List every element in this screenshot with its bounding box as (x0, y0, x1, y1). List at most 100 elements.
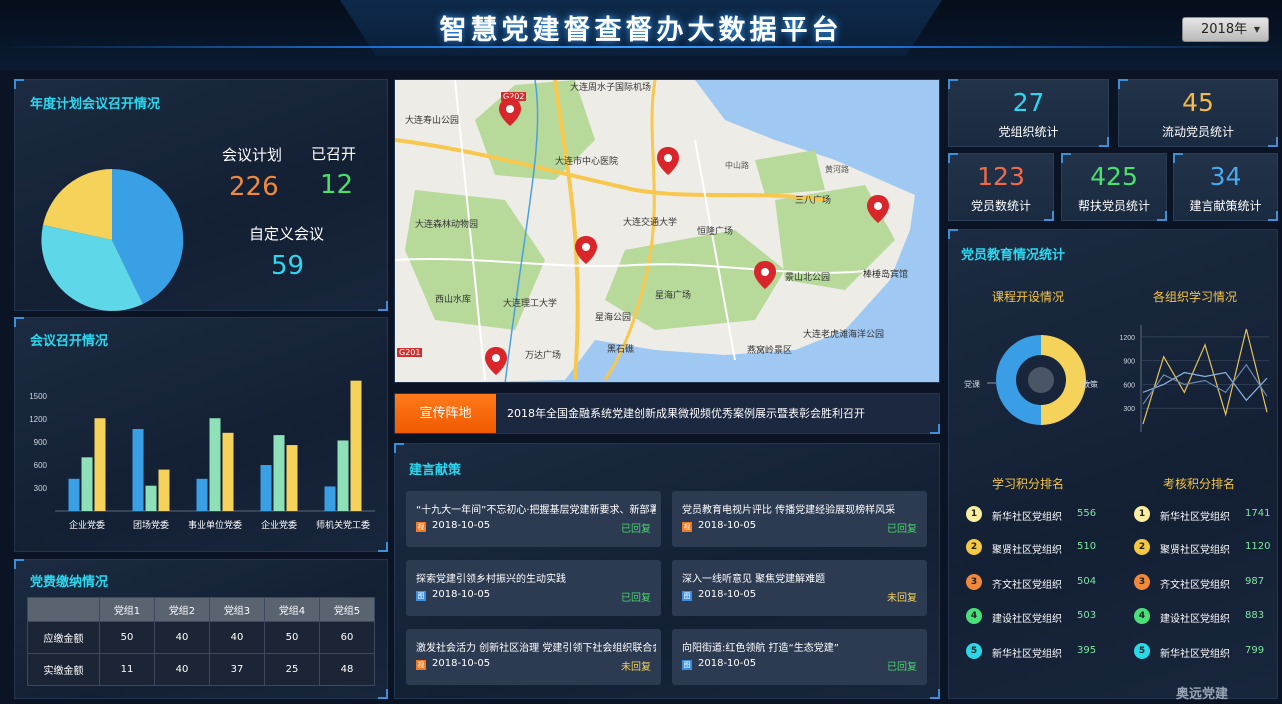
rank-badge: 3 (1134, 574, 1150, 590)
x-tick-label: 企业党委 (69, 519, 105, 530)
news-banner[interactable]: 宣传阵地 2018年全国金融系统党建创新成果微视频优秀案例展示暨表彰会胜利召开 (394, 393, 940, 434)
stat-label: 党组织统计 (998, 125, 1059, 139)
video-icon: 视 (416, 522, 426, 532)
city-map[interactable]: 大连周水子国际机场 大连寿山公园 大连市中心医院 大连森林动物园 大连交通大学 … (394, 79, 940, 383)
panel-corner (14, 559, 24, 569)
stat-value: 45 (1182, 88, 1214, 117)
suggestion-date: 2018-10-05 (432, 658, 491, 669)
rank-badge: 1 (966, 506, 982, 522)
year-select[interactable]: 2018年 ▼ (1182, 17, 1269, 42)
map-label: 大连森林动物园 (415, 220, 479, 230)
map-label: 大连老虎滩海洋公园 (803, 330, 885, 340)
rank-score: 987 (1245, 576, 1265, 587)
suggestion-date: 2018-10-05 (432, 589, 491, 600)
map-label: 黑石礁 (607, 345, 635, 355)
rank-org-name: 新华社区党组织 (1160, 512, 1230, 523)
map-label: 大连理工大学 (503, 299, 558, 309)
panel-corner (14, 317, 24, 327)
meeting-plan-pie (41, 168, 184, 311)
y-tick-label: 1200 (29, 415, 47, 424)
panel-corner (394, 443, 404, 453)
suggestion-title: 激发社会活力 创新社区治理 党建引领下社会组织联合会 (416, 643, 656, 654)
rank-score: 799 (1245, 645, 1265, 656)
bar (350, 380, 362, 511)
suggestions-title: 建言献策 (409, 463, 462, 478)
stat-value: 123 (977, 162, 1025, 191)
stat-card-members[interactable]: 123 党员数统计 (948, 153, 1054, 221)
image-icon: 图 (682, 591, 692, 601)
stat-label: 建言献策统计 (1189, 199, 1262, 213)
panel-corner (948, 229, 958, 239)
table-row: 实缴金额 11 40 37 25 48 (27, 653, 375, 686)
map-marker-icon[interactable] (499, 98, 521, 126)
map-label: 西山水库 (435, 295, 472, 305)
y-tick-label: 300 (1123, 406, 1135, 413)
donut-label-course: 党课 (964, 380, 980, 389)
y-tick-label: 1200 (1119, 335, 1135, 342)
table-header-row: 党组1 党组2 党组3 党组4 党组5 (27, 597, 375, 622)
rank-org-name: 建设社区党组织 (992, 614, 1062, 625)
rank-badge: 4 (1134, 608, 1150, 624)
plan-value: 226 (229, 172, 279, 202)
map-marker-icon[interactable] (575, 236, 597, 264)
news-tag[interactable]: 宣传阵地 (395, 394, 496, 433)
x-tick-label: 师机关党工委 (316, 519, 370, 530)
x-tick-label: 团场党委 (133, 519, 169, 530)
suggestion-title: 探索党建引领乡村振兴的生动实践 (416, 574, 566, 585)
suggestion-title: 党员教育电视片评比 传播党建经验展现榜样风采 (682, 505, 896, 516)
stat-card-assisted-members[interactable]: 425 帮扶党员统计 (1061, 153, 1167, 221)
plan-label: 会议计划 (222, 146, 283, 164)
row-label: 实缴金额 (27, 653, 100, 686)
stat-card-party-orgs[interactable]: 27 党组织统计 (948, 79, 1109, 147)
panel-corner (930, 424, 940, 434)
bar (324, 486, 336, 511)
rank-badge: 2 (1134, 539, 1150, 555)
bar (337, 440, 349, 511)
map-label: 星海公园 (595, 313, 632, 323)
map-label: 大连市中心医院 (555, 157, 619, 167)
video-icon: 视 (682, 522, 692, 532)
map-label: 中山路 (725, 161, 749, 170)
image-icon: 图 (416, 591, 426, 601)
map-label: 黄河路 (825, 165, 849, 174)
table-cell: 40 (154, 621, 210, 654)
page-title: 智慧党建督查督办大数据平台 (439, 15, 843, 46)
suggestion-card[interactable]: 激发社会活力 创新社区治理 党建引领下社会组织联合会 视 2018-10-05 … (406, 629, 661, 685)
map-label: 万达广场 (525, 351, 562, 361)
suggestion-card[interactable]: 深入一线听意见 聚焦党建解难题 图 2018-10-05 未回复 (672, 560, 927, 616)
suggestion-card[interactable]: 党员教育电视片评比 传播党建经验展现榜样风采 视 2018-10-05 已回复 (672, 491, 927, 547)
suggestion-card[interactable]: 向阳街道:红色领航 打造“生态党建” 图 2018-10-05 已回复 (672, 629, 927, 685)
custom-label: 自定义会议 (249, 225, 325, 243)
map-marker-icon[interactable] (867, 195, 889, 223)
rank-score: 1741 (1245, 508, 1271, 519)
map-marker-icon[interactable] (657, 147, 679, 175)
meeting-plan-panel: 年度计划会议召开情况 会议计划 226 已召开 12 自定义会议 59 (14, 79, 388, 311)
held-label: 已召开 (311, 145, 357, 163)
rank-org-name: 齐文社区党组织 (992, 580, 1062, 591)
table-cell: 60 (319, 621, 375, 654)
suggestion-card[interactable]: “十九大一年间”不忘初心·把握基层党建新要求、新部署 视 2018-10-05 … (406, 491, 661, 547)
table-row: 应缴金额 50 40 40 50 60 (27, 621, 375, 654)
stat-card-mobile-members[interactable]: 45 流动党员统计 (1118, 79, 1278, 147)
table-header-cell: 党组5 (319, 597, 375, 622)
stat-value: 425 (1090, 162, 1138, 191)
rank-org-name: 新华社区党组织 (1160, 649, 1230, 660)
y-tick-label: 900 (1123, 359, 1135, 366)
rank-org-name: 齐文社区党组织 (1160, 580, 1230, 591)
suggestion-date: 2018-10-05 (432, 520, 491, 531)
party-fee-table: 党组1 党组2 党组3 党组4 党组5 应缴金额 50 40 40 50 60 … (27, 597, 375, 686)
map-label: 大连交通大学 (623, 218, 678, 228)
map-marker-icon[interactable] (485, 347, 507, 375)
rank-score: 1120 (1245, 541, 1271, 552)
study-chart-title: 各组织学习情况 (1153, 290, 1238, 304)
bar (145, 485, 157, 511)
education-panel: 党员教育情况统计 课程开设情况 党课 政策 各组织学习情况 300 600 900 1… (948, 229, 1278, 699)
suggestions-panel: 建言献策 “十九大一年间”不忘初心·把握基层党建新要求、新部署 视 2018-1… (394, 443, 940, 699)
news-headline[interactable]: 2018年全国金融系统党建创新成果微视频优秀案例展示暨表彰会胜利召开 (507, 394, 865, 433)
table-header-cell: 党组1 (99, 597, 155, 622)
map-marker-icon[interactable] (754, 261, 776, 289)
suggestion-card[interactable]: 探索党建引领乡村振兴的生动实践 图 2018-10-05 已回复 (406, 560, 661, 616)
bar (81, 457, 93, 511)
stat-label: 党员数统计 (970, 199, 1031, 213)
stat-card-suggestions[interactable]: 34 建言献策统计 (1173, 153, 1278, 221)
